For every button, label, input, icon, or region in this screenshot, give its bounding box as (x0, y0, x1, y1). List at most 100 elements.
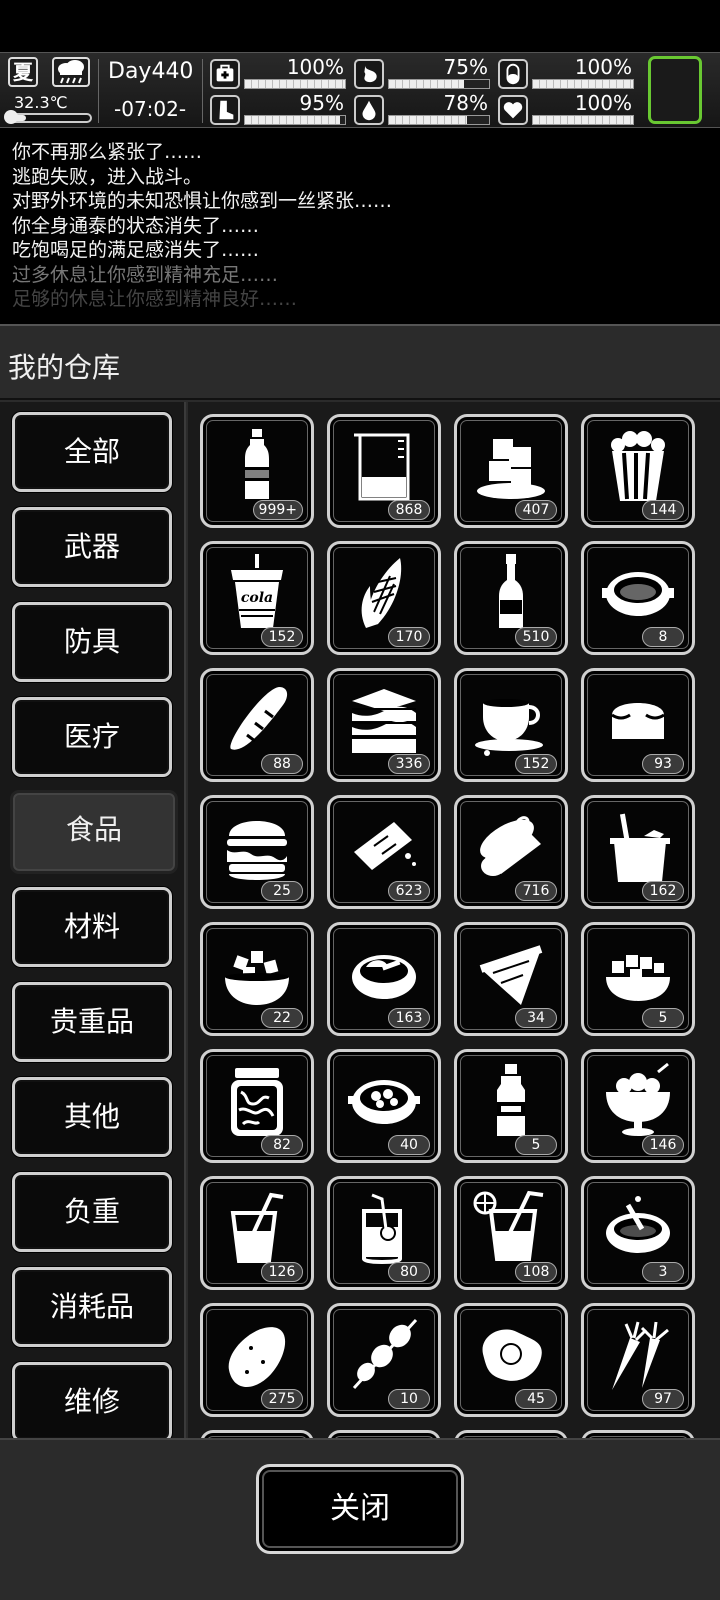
pizza-slice-icon (471, 933, 551, 1013)
inventory-item[interactable]: 22 (200, 922, 314, 1036)
inventory-item[interactable]: 5 (581, 922, 695, 1036)
item-count-badge: 8 (642, 627, 684, 647)
inventory-item[interactable]: 8 (581, 541, 695, 655)
item-count-badge: 45 (515, 1389, 557, 1409)
inventory-item[interactable]: 88 (200, 668, 314, 782)
equipment-slot[interactable] (648, 56, 702, 124)
stat-bar-fill (245, 80, 345, 88)
coffee-cup-icon (471, 679, 551, 759)
rain-cloud-icon (52, 57, 90, 87)
category-tab[interactable]: 负重 (12, 1172, 172, 1252)
category-tab[interactable]: 消耗品 (12, 1267, 172, 1347)
inventory-item[interactable]: 3 (581, 1176, 695, 1290)
stomach-icon (354, 59, 384, 89)
log-line: 你全身通泰的状态消失了…… (12, 214, 260, 237)
juice-glass-icon (217, 1187, 297, 1267)
inventory-item[interactable]: 97 (581, 1303, 695, 1417)
lemonade-icon (344, 1187, 424, 1267)
item-count-badge: 5 (515, 1135, 557, 1155)
inventory-item[interactable]: 10 (327, 1303, 441, 1417)
burger-icon (217, 806, 297, 886)
divider (98, 59, 99, 123)
stat-bar (388, 115, 490, 125)
chocolate-bar-icon (344, 806, 424, 886)
bottom-bar: 关闭 (0, 1438, 720, 1600)
category-tab[interactable]: 防具 (12, 602, 172, 682)
canned-food-icon (471, 806, 551, 886)
thermometer-bar (4, 110, 92, 124)
close-button[interactable]: 关闭 (256, 1464, 464, 1554)
item-count-badge: 93 (642, 754, 684, 774)
category-tab[interactable]: 维修 (12, 1362, 172, 1438)
item-grid[interactable]: 999+ 868 407 144 cola 152 170 510 8 88 336 152 93 25 6… (188, 402, 720, 1438)
item-count-badge: 126 (261, 1262, 303, 1282)
inventory-item-partial[interactable] (200, 1430, 314, 1438)
beaker-icon (344, 425, 424, 505)
stat-bar-fill (389, 80, 464, 88)
category-tab[interactable]: 全部 (12, 412, 172, 492)
stat-value: 100% (286, 55, 344, 79)
heart-icon (498, 95, 528, 125)
liquor-bottle-icon (471, 552, 551, 632)
inventory-item-partial[interactable] (454, 1430, 568, 1438)
stat-bar (388, 79, 490, 89)
status-bar: 夏 32.3℃ Day440 -07:02- 100% 75% 100% 95% 78%… (0, 52, 720, 128)
inventory-item[interactable]: 34 (454, 922, 568, 1036)
category-tab[interactable]: 贵重品 (12, 982, 172, 1062)
item-count-badge: 25 (261, 881, 303, 901)
category-sidebar[interactable]: 全部武器防具医疗食品材料贵重品其他负重消耗品维修 (0, 402, 186, 1438)
inventory-item[interactable]: 170 (327, 541, 441, 655)
inventory-item[interactable]: 45 (454, 1303, 568, 1417)
inventory-item[interactable]: 126 (200, 1176, 314, 1290)
log-line: 足够的休息让你感到精神良好…… (12, 288, 298, 310)
inventory-item[interactable]: 144 (581, 414, 695, 528)
porridge-bowl-icon (598, 1187, 678, 1267)
stat-water-drop: 78% (354, 91, 490, 125)
inventory-item[interactable]: 510 (454, 541, 568, 655)
inventory-item[interactable]: 336 (327, 668, 441, 782)
cola-label: cola (241, 590, 273, 606)
sandwich-icon (344, 679, 424, 759)
inventory-item[interactable]: 93 (581, 668, 695, 782)
stat-value: 95% (299, 91, 344, 115)
inventory-item[interactable]: cola 152 (200, 541, 314, 655)
inventory-item-partial[interactable] (581, 1430, 695, 1438)
category-tab[interactable]: 武器 (12, 507, 172, 587)
stat-value: 75% (443, 55, 488, 79)
inventory-item[interactable]: 25 (200, 795, 314, 909)
category-tab[interactable]: 医疗 (12, 697, 172, 777)
fried-egg-icon (471, 1314, 551, 1394)
category-tab[interactable]: 食品 (10, 790, 178, 874)
inventory-item[interactable]: 623 (327, 795, 441, 909)
item-count-badge: 34 (515, 1008, 557, 1028)
category-tab[interactable]: 材料 (12, 887, 172, 967)
item-count-badge: 22 (261, 1008, 303, 1028)
item-count-badge: 80 (388, 1262, 430, 1282)
stat-bar (532, 79, 634, 89)
inventory-item[interactable]: 275 (200, 1303, 314, 1417)
inventory-item[interactable]: 5 (454, 1049, 568, 1163)
popcorn-icon (598, 425, 678, 505)
inventory-item[interactable]: 108 (454, 1176, 568, 1290)
item-count-badge: 10 (388, 1389, 430, 1409)
inventory-item[interactable]: 407 (454, 414, 568, 528)
inventory-item[interactable]: 868 (327, 414, 441, 528)
item-count-badge: 716 (515, 881, 557, 901)
inventory-item[interactable]: 999+ (200, 414, 314, 528)
water-drop-icon (354, 95, 384, 125)
stat-bar-fill (533, 80, 633, 88)
inventory-item[interactable]: 82 (200, 1049, 314, 1163)
category-tab[interactable]: 其他 (12, 1077, 172, 1157)
inventory-item[interactable]: 716 (454, 795, 568, 909)
inventory-item[interactable]: 80 (327, 1176, 441, 1290)
inventory-item[interactable]: 163 (327, 922, 441, 1036)
temperature-text: 32.3℃ (14, 93, 68, 112)
inventory-item-partial[interactable] (327, 1430, 441, 1438)
item-count-badge: 108 (515, 1262, 557, 1282)
item-count-badge: 868 (388, 500, 430, 520)
inventory-item[interactable]: 40 (327, 1049, 441, 1163)
inventory-item[interactable]: 162 (581, 795, 695, 909)
stat-bar (532, 115, 634, 125)
inventory-item[interactable]: 152 (454, 668, 568, 782)
inventory-item[interactable]: 146 (581, 1049, 695, 1163)
